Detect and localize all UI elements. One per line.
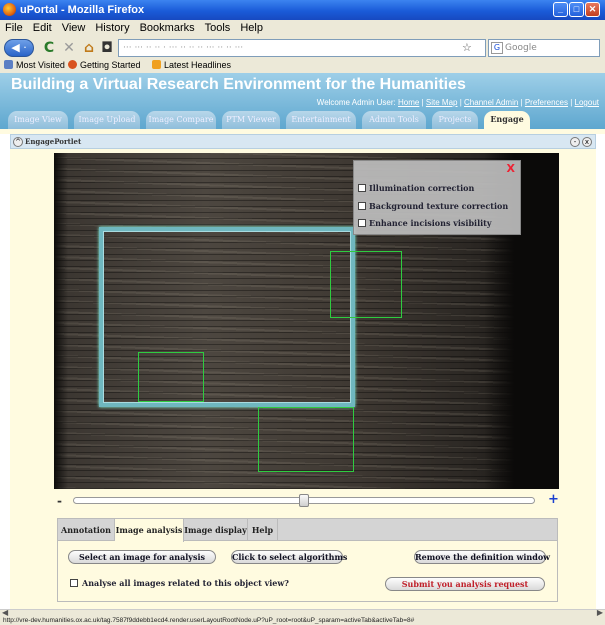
tab-image-compare[interactable]: Image Compare (146, 111, 216, 129)
bookmark-label: Most Visited (16, 60, 65, 70)
background-texture-option[interactable]: Background texture correction (358, 201, 508, 211)
tab-image-view[interactable]: Image View (8, 111, 68, 129)
home-icon[interactable]: ⌂ (80, 39, 98, 57)
tab-annotation[interactable]: Annotation (58, 519, 115, 541)
horizontal-scrollbar[interactable]: ◀ ▶ (0, 608, 605, 617)
firefox-icon (3, 3, 16, 16)
welcome-text: Welcome Admin User: (316, 98, 396, 107)
close-options-button[interactable]: X (507, 162, 515, 175)
checkbox[interactable] (70, 579, 78, 587)
menu-bar: File Edit View History Bookmarks Tools Help (0, 20, 605, 37)
enhance-incisions-option[interactable]: Enhance incisions visibility (358, 218, 492, 228)
bookmarks-toolbar: Most Visited Getting Started Latest Head… (0, 59, 605, 73)
illumination-correction-option[interactable]: Illumination correction (358, 183, 474, 193)
tab-ptm-viewer[interactable]: PTM Viewer (222, 111, 280, 129)
zoom-slider-thumb[interactable] (299, 494, 309, 507)
scroll-left-icon[interactable]: ◀ (2, 608, 8, 617)
getting-started-icon (68, 60, 77, 69)
checkbox[interactable] (358, 219, 366, 227)
minimize-portlet-icon[interactable]: - (570, 137, 580, 147)
separator: | (520, 98, 523, 107)
link-channel-admin[interactable]: Channel Admin (464, 98, 518, 107)
select-image-button[interactable]: Select an image for analysis (68, 550, 216, 564)
submit-analysis-button[interactable]: Submit you analysis request (385, 577, 545, 591)
portal-tabs: Image View Image Upload Image Compare PT… (0, 111, 605, 129)
rss-icon (152, 60, 161, 69)
most-visited-icon (4, 60, 13, 69)
region-of-interest[interactable] (258, 407, 354, 472)
analysis-tabs: Annotation Image analysis Image display … (58, 519, 557, 542)
remove-definition-button[interactable]: Remove the definition window (414, 550, 550, 564)
tab-engage[interactable]: Engage (484, 111, 530, 129)
search-input[interactable]: G Google (488, 39, 600, 57)
close-icon[interactable]: ✕ (585, 2, 600, 17)
zoom-out-button[interactable]: - (57, 494, 62, 508)
user-welcome: Welcome Admin User: Home | Site Map | Ch… (317, 98, 599, 107)
bookmark-label: Getting Started (80, 60, 141, 70)
checkbox[interactable] (358, 184, 366, 192)
window-titlebar: uPortal - Mozilla Firefox _ □ ✕ (0, 0, 605, 20)
reload-icon[interactable]: C (40, 39, 58, 57)
portlet-title: EngagePortlet (25, 137, 82, 146)
portlet-titlebar: ^ EngagePortlet - x (10, 134, 596, 149)
option-label: Illumination correction (369, 183, 475, 193)
region-of-interest[interactable] (138, 352, 204, 402)
status-text: http://vre-dev.humanities.ox.ac.uk/tag.7… (3, 617, 415, 624)
bookmark-latest-headlines[interactable]: Latest Headlines (152, 59, 231, 72)
tab-projects[interactable]: Projects (432, 111, 478, 129)
separator: | (570, 98, 573, 107)
maximize-icon[interactable]: □ (569, 2, 584, 17)
link-logout[interactable]: Logout (575, 98, 599, 107)
separator: | (459, 98, 462, 107)
link-home[interactable]: Home (398, 98, 419, 107)
window-title: uPortal - Mozilla Firefox (20, 4, 145, 16)
navigation-toolbar: ◀ · C ✕ ⌂ ◘ ··· ··· ·· ·· · ··· ·· ·· ··… (0, 37, 605, 59)
site-icon: ◘ (101, 40, 113, 56)
url-text: ··· ··· ·· ·· · ··· ·· ·· ·· ··· ·· ·· ·… (123, 43, 244, 53)
stop-icon[interactable]: ✕ (60, 39, 78, 57)
bookmark-label: Latest Headlines (164, 60, 232, 70)
separator: | (421, 98, 424, 107)
menu-tools[interactable]: Tools (200, 20, 236, 34)
select-algorithms-button[interactable]: Click to select algorithms (231, 550, 347, 564)
scroll-right-icon[interactable]: ▶ (597, 608, 603, 617)
tab-image-upload[interactable]: Image Upload (74, 111, 140, 129)
analyse-all-option[interactable]: Analyse all images related to this objec… (70, 578, 289, 588)
tab-image-analysis[interactable]: Image analysis (115, 519, 184, 542)
analyse-all-label: Analyse all images related to this objec… (82, 578, 289, 588)
menu-view[interactable]: View (57, 20, 91, 34)
link-preferences[interactable]: Preferences (525, 98, 568, 107)
region-of-interest[interactable] (330, 251, 402, 318)
collapse-icon[interactable]: ^ (13, 137, 23, 147)
bookmark-star-icon[interactable]: ☆ (462, 41, 472, 54)
analysis-panel: Annotation Image analysis Image display … (57, 518, 558, 602)
tab-entertainment[interactable]: Entertainment (286, 111, 356, 129)
menu-edit[interactable]: Edit (28, 20, 57, 34)
option-label: Background texture correction (369, 201, 509, 211)
option-label: Enhance incisions visibility (369, 218, 492, 228)
menu-history[interactable]: History (90, 20, 134, 34)
link-site-map[interactable]: Site Map (426, 98, 458, 107)
search-placeholder: Google (505, 43, 537, 53)
tab-image-display[interactable]: Image display (184, 519, 248, 541)
image-enhancement-options: X Illumination correction Background tex… (353, 160, 521, 235)
google-search-icon: G (491, 42, 503, 54)
url-input[interactable]: ··· ··· ·· ·· · ··· ·· ·· ·· ··· ·· ·· ·… (118, 39, 486, 57)
image-edge (54, 153, 68, 489)
close-portlet-icon[interactable]: x (582, 137, 592, 147)
back-button[interactable]: ◀ · (4, 39, 34, 57)
bookmark-getting-started[interactable]: Getting Started (68, 59, 141, 72)
bookmark-most-visited[interactable]: Most Visited (4, 59, 65, 72)
portal-title: Building a Virtual Research Environment … (11, 76, 466, 93)
tab-help[interactable]: Help (248, 519, 278, 541)
zoom-in-button[interactable]: + (548, 492, 559, 507)
tab-admin-tools[interactable]: Admin Tools (362, 111, 426, 129)
menu-bookmarks[interactable]: Bookmarks (135, 20, 200, 34)
menu-help[interactable]: Help (235, 20, 268, 34)
status-bar: http://vre-dev.humanities.ox.ac.uk/tag.7… (0, 617, 605, 625)
minimize-icon[interactable]: _ (553, 2, 568, 17)
checkbox[interactable] (358, 202, 366, 210)
menu-file[interactable]: File (0, 20, 28, 34)
